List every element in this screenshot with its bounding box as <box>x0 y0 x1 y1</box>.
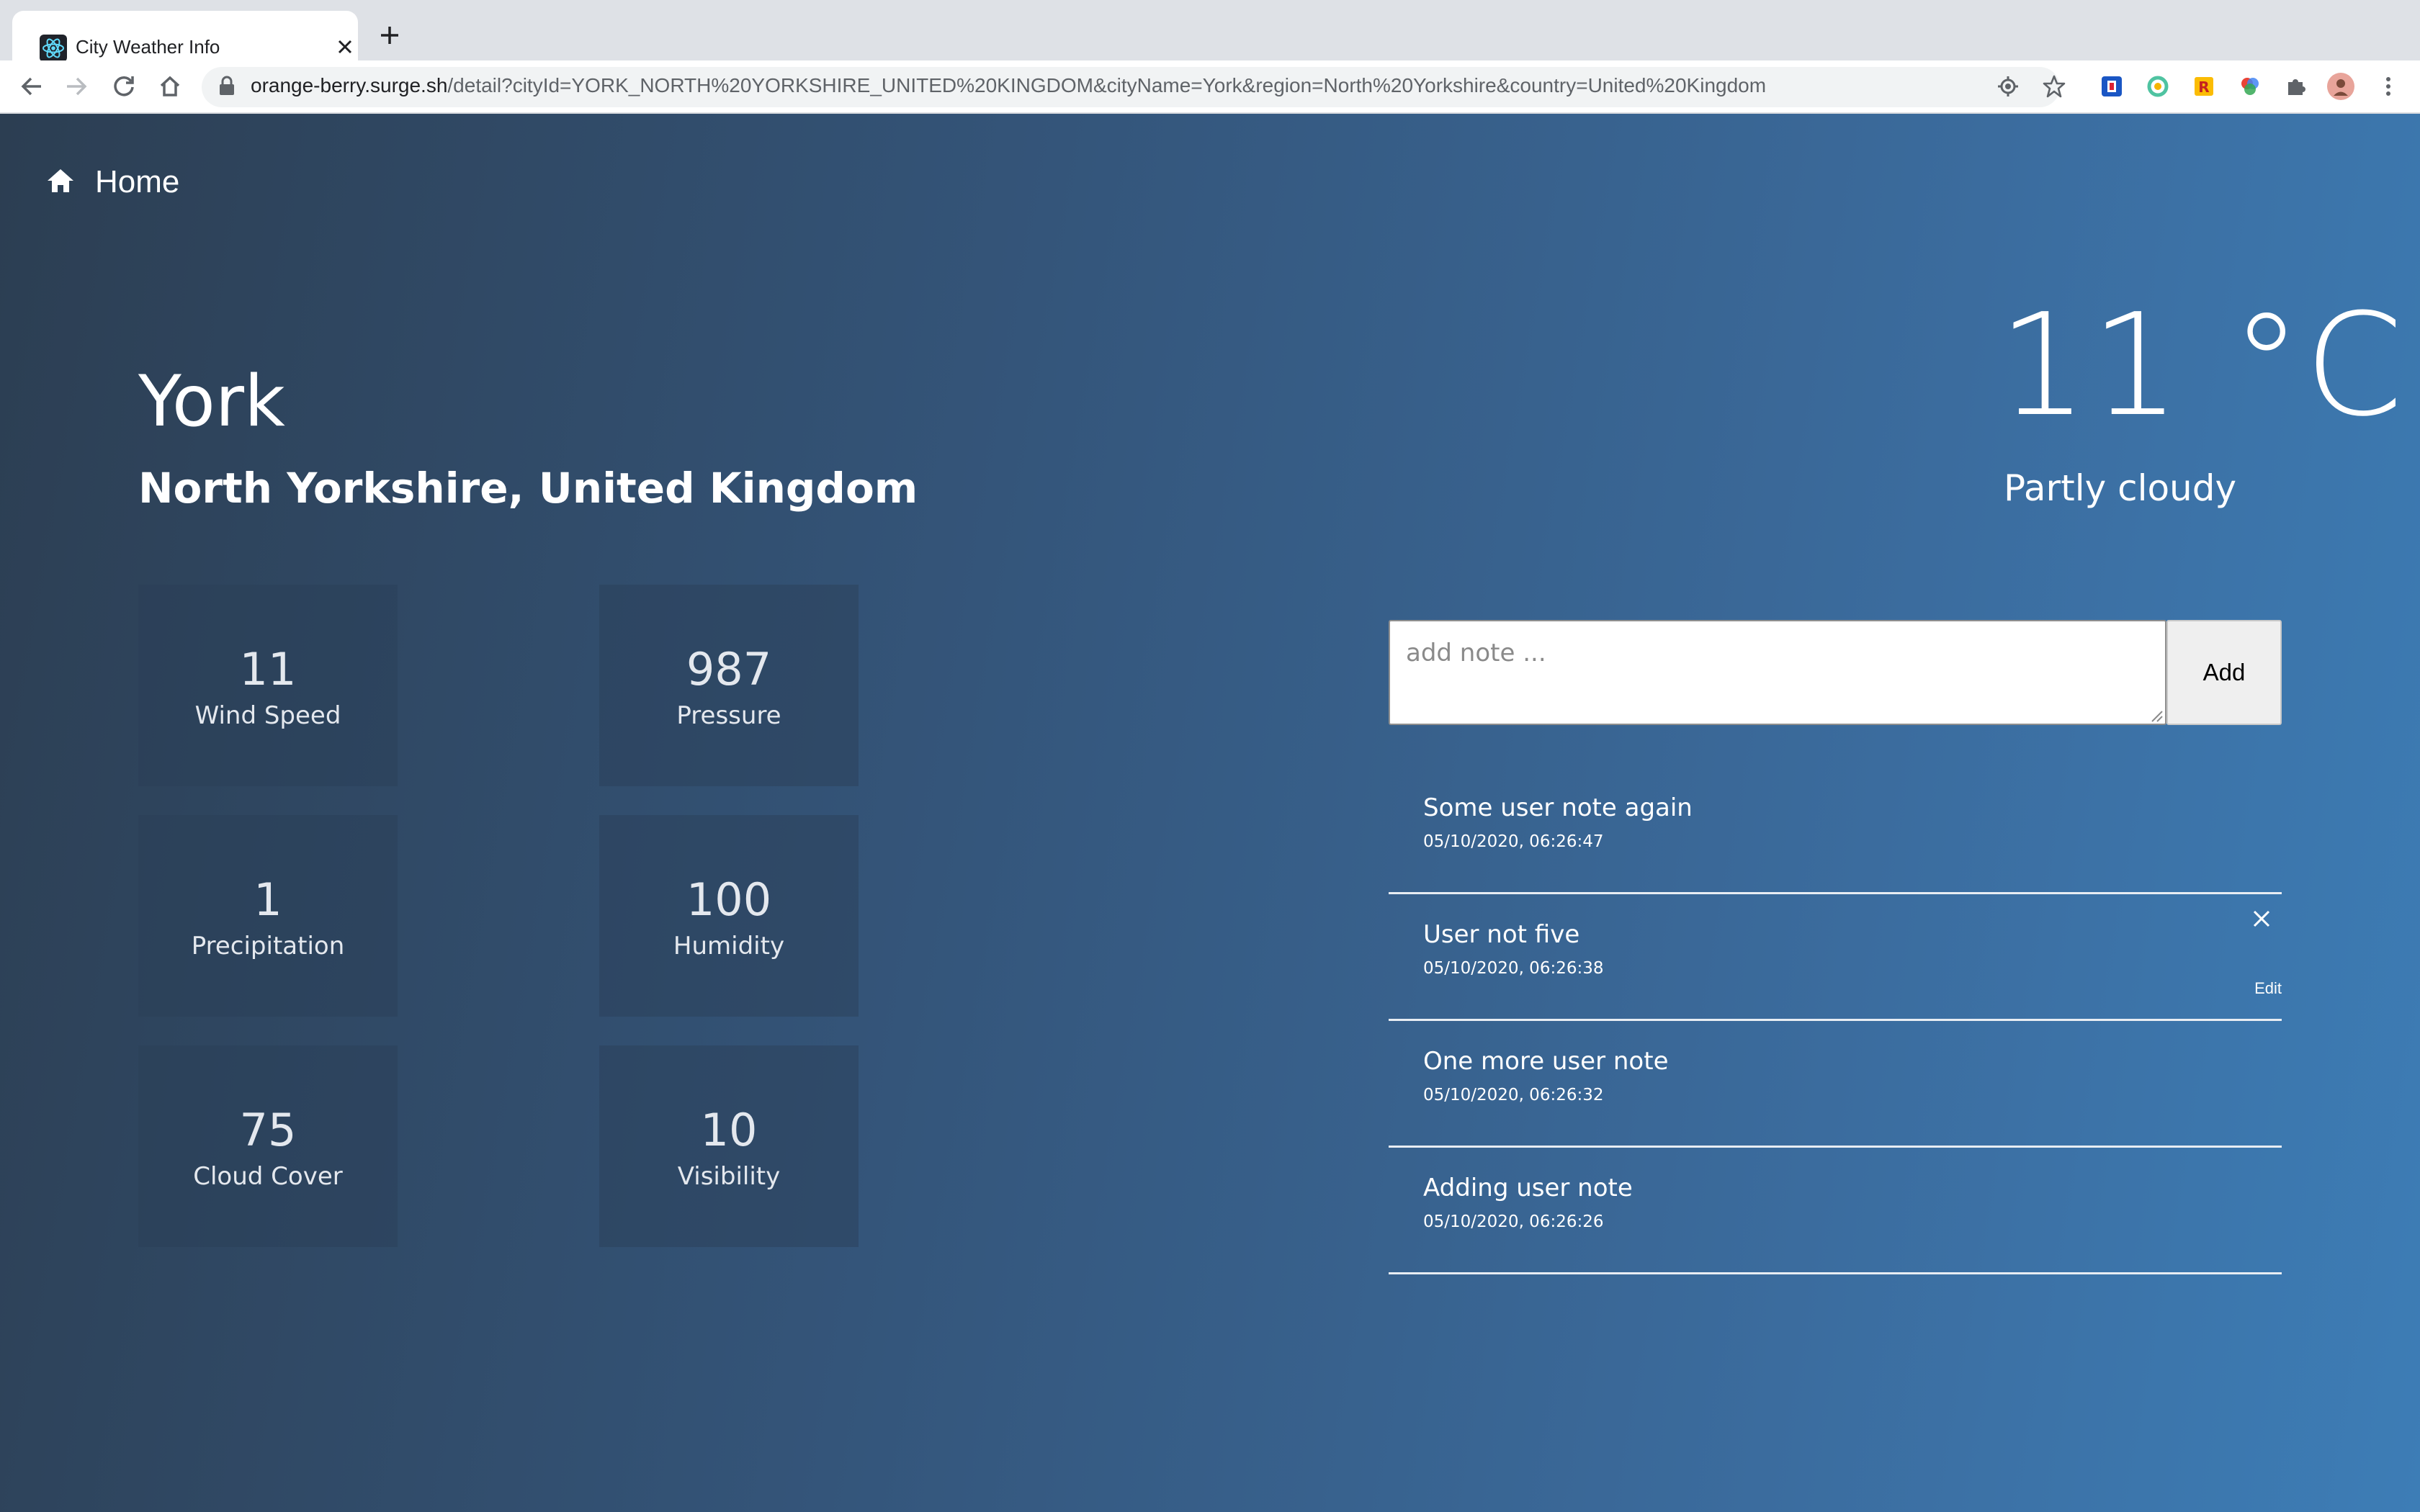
stat-value: 11 <box>239 643 297 696</box>
location-icon[interactable] <box>1994 72 2022 101</box>
tab-title: City Weather Info <box>76 36 220 58</box>
back-icon[interactable] <box>16 71 48 102</box>
bookmark-star-icon[interactable] <box>2040 72 2069 101</box>
stat-label: Wind Speed <box>194 701 341 730</box>
stat-value: 1 <box>254 873 282 926</box>
stat-label: Visibility <box>677 1162 781 1191</box>
home-icon <box>46 168 75 197</box>
add-note-button[interactable]: Add <box>2166 620 2282 725</box>
note-input[interactable] <box>1389 620 2166 725</box>
textarea-resize-handle[interactable] <box>2149 708 2164 723</box>
note-timestamp: 05/10/2020, 06:26:47 <box>1423 832 1604 851</box>
weather-detail-page: Home York North Yorkshire, United Kingdo… <box>0 114 2420 1512</box>
note-text: Adding user note <box>1423 1174 1633 1202</box>
extension-blue-icon[interactable] <box>2097 72 2126 101</box>
temperature: 11 °C <box>1998 284 2406 448</box>
stat-value: 100 <box>686 873 772 926</box>
svg-text:R: R <box>2198 78 2209 96</box>
city-name: York <box>138 361 285 443</box>
stat-pressure: 987 Pressure <box>599 585 859 786</box>
lock-icon <box>218 75 236 96</box>
note-item[interactable]: Some user note again 05/10/2020, 06:26:4… <box>1389 768 2282 894</box>
weather-condition: Partly cloudy <box>2004 467 2237 509</box>
stat-value: 987 <box>686 643 772 696</box>
react-icon <box>40 35 67 62</box>
stat-label: Humidity <box>673 932 785 960</box>
city-region: North Yorkshire, United Kingdom <box>138 464 918 513</box>
note-text: User not five <box>1423 920 1580 949</box>
note-item[interactable]: One more user note 05/10/2020, 06:26:32 <box>1389 1021 2282 1148</box>
stat-label: Pressure <box>676 701 781 730</box>
stat-precipitation: 1 Precipitation <box>138 815 398 1017</box>
home-label: Home <box>95 164 180 199</box>
new-tab-icon[interactable] <box>375 20 405 50</box>
extensions-puzzle-icon[interactable] <box>2282 72 2311 101</box>
note-item[interactable]: Adding user note 05/10/2020, 06:26:26 <box>1389 1148 2282 1274</box>
extension-color-ring-icon[interactable] <box>2143 72 2172 101</box>
note-timestamp: 05/10/2020, 06:26:38 <box>1423 959 1604 978</box>
note-timestamp: 05/10/2020, 06:26:32 <box>1423 1086 1604 1104</box>
profile-avatar[interactable] <box>2326 72 2355 101</box>
stat-label: Precipitation <box>191 932 345 960</box>
delete-note-icon[interactable] <box>2247 904 2276 933</box>
close-tab-icon[interactable] <box>332 34 358 60</box>
stat-value: 75 <box>239 1104 297 1156</box>
stat-label: Cloud Cover <box>193 1162 343 1191</box>
stat-visibility: 10 Visibility <box>599 1045 859 1247</box>
stat-cloud-cover: 75 Cloud Cover <box>138 1045 398 1247</box>
home-browser-icon[interactable] <box>154 71 186 102</box>
browser-tab[interactable]: City Weather Info <box>12 11 358 62</box>
forward-icon[interactable] <box>60 71 92 102</box>
note-item[interactable]: User not five 05/10/2020, 06:26:38 Edit <box>1389 894 2282 1021</box>
note-text: Some user note again <box>1423 793 1693 822</box>
url-text[interactable]: orange-berry.surge.sh/detail?cityId=YORK… <box>251 71 1766 101</box>
note-text: One more user note <box>1423 1047 1669 1076</box>
stat-humidity: 100 Humidity <box>599 815 859 1017</box>
reload-icon[interactable] <box>108 71 140 102</box>
home-link[interactable]: Home <box>46 157 179 207</box>
extension-r-icon[interactable]: R <box>2190 72 2218 101</box>
browser-menu-icon[interactable] <box>2374 72 2403 101</box>
stat-wind-speed: 11 Wind Speed <box>138 585 398 786</box>
edit-note-link[interactable]: Edit <box>2254 979 2282 998</box>
note-timestamp: 05/10/2020, 06:26:26 <box>1423 1212 1604 1231</box>
stat-value: 10 <box>700 1104 758 1156</box>
browser-tab-strip: City Weather Info <box>0 0 2420 62</box>
extension-color-wheel-icon[interactable] <box>2236 72 2264 101</box>
